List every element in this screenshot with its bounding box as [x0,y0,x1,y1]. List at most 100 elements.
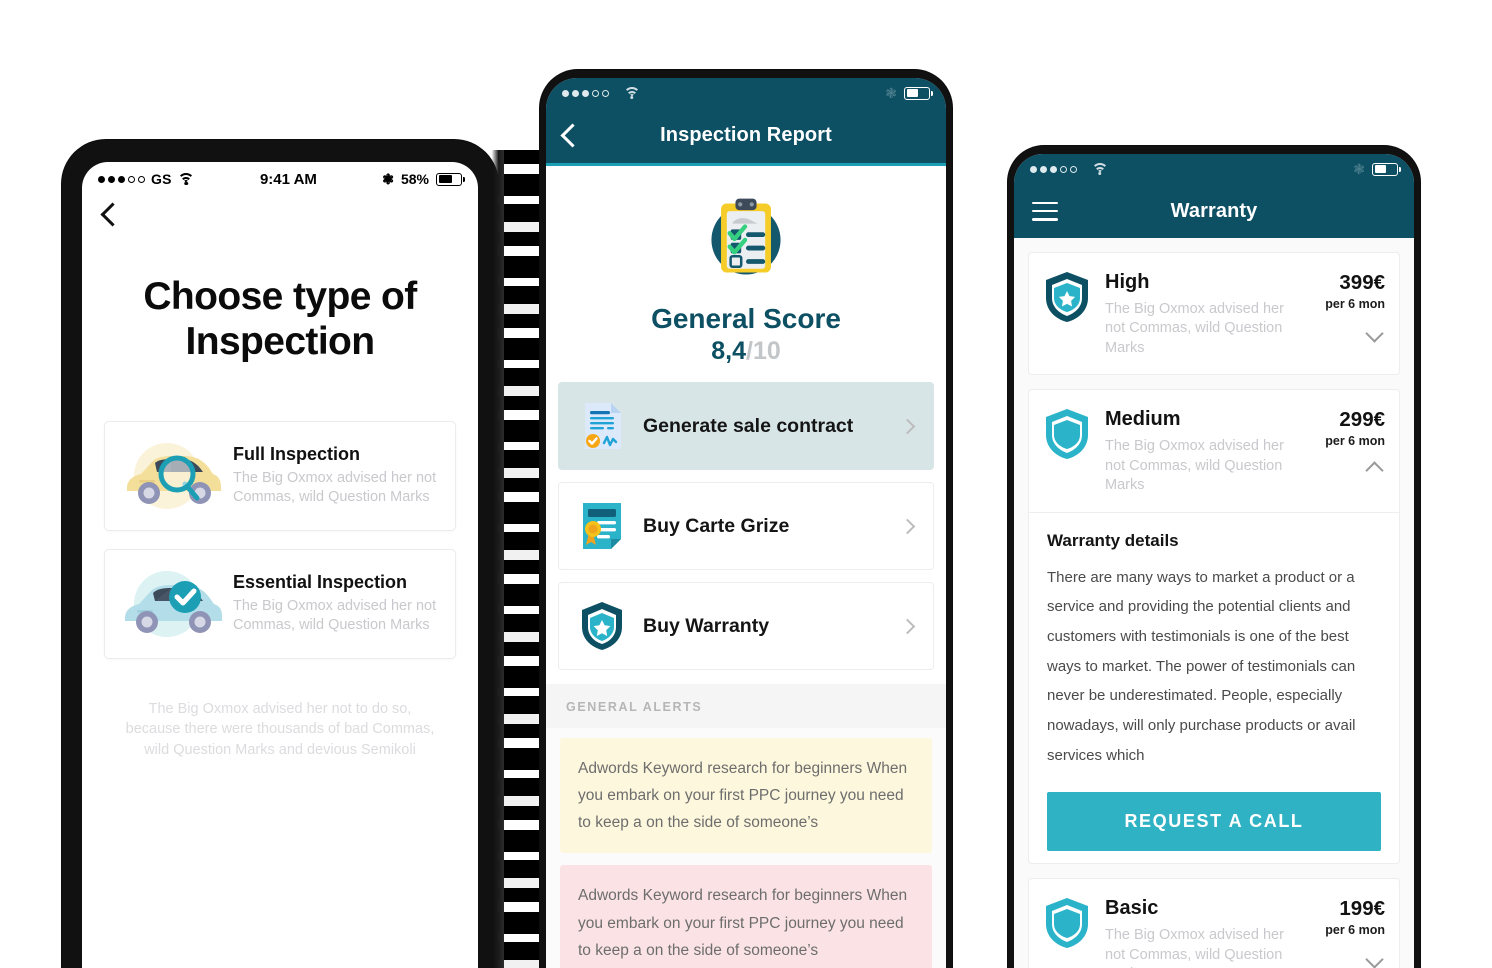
warranty-plan-price: 399€ [1339,271,1385,294]
score-value: 8,4/10 [546,337,946,366]
navbar-right: Warranty [1014,184,1414,238]
clock-label: 9:41 AM [259,170,317,188]
general-score-block: General Score 8,4/10 [546,166,946,378]
phone-left-frame: GS 9:41 AM ❃ 58% Choose type of Inspecti… [62,140,498,968]
battery-icon [904,86,933,100]
carte-grize-icon [575,499,629,553]
warranty-plan-name: Medium [1105,408,1181,431]
inspection-options-list: Full Inspection The Big Oxmox advised he… [104,420,456,659]
status-bar-middle: ❃ [546,78,946,108]
alerts-section-header: GENERAL ALERTS [546,684,946,728]
action-row-label: Generate sale contract [643,414,854,437]
alert-item[interactable]: Adwords Keyword research for beginners W… [560,865,932,968]
action-row-buy-carte-grize[interactable]: Buy Carte Grize [558,482,934,570]
inspection-option-essential[interactable]: Essential Inspection The Big Oxmox advis… [104,548,456,659]
warranty-plan-period: per 6 mon [1325,434,1385,449]
navbar-middle: Inspection Report [546,108,946,166]
chevron-right-icon [899,618,916,634]
bluetooth-icon: ❃ [1353,161,1365,177]
action-row-label: Buy Warranty [643,614,770,637]
alert-item[interactable]: Adwords Keyword research for beginners W… [560,738,932,854]
bluetooth-icon: ❃ [382,171,394,187]
warranty-plan-name: High [1105,271,1150,293]
warranty-plan-pricing: 299€ per 6 mon [1305,406,1385,480]
shield-star-icon [575,599,629,653]
status-right-group: ❃ 58% [382,171,465,187]
phone-right-frame: ❃ Warranty High The Big Oxmox advised he… [1008,146,1420,968]
clipboard-checklist-icon [698,198,794,290]
alerts-list: Adwords Keyword research for beginners W… [546,728,946,968]
chevron-right-icon [899,418,916,434]
inspection-option-full[interactable]: Full Inspection The Big Oxmox advised he… [104,420,456,531]
shield-light-icon [1041,895,1093,951]
middle-content: General Score 8,4/10 Generate sale contr… [546,166,946,968]
warranty-plan-summary[interactable]: Basic The Big Oxmox advised her not Comm… [1029,879,1399,968]
score-max: /10 [746,337,781,365]
warranty-plan-subtitle: The Big Oxmox advised her not Commas, wi… [1105,301,1284,356]
warranty-plan-medium[interactable]: Medium The Big Oxmox advised her not Com… [1028,389,1400,865]
header-middle: ❃ Inspection Report [546,78,946,166]
wifi-icon [623,87,640,99]
status-bar-right: ❃ [1014,154,1414,184]
battery-icon [436,172,465,186]
warranty-plan-period: per 6 mon [1325,297,1385,311]
back-chevron-icon [100,202,125,227]
warranty-plan-high[interactable]: High The Big Oxmox advised her not Comma… [1028,252,1400,376]
warranty-details-panel: Warranty details There are many ways to … [1029,511,1399,864]
chevron-down-icon[interactable] [1365,324,1384,343]
screenshot-stage: GS 9:41 AM ❃ 58% Choose type of Inspecti… [0,0,1492,968]
warranty-plan-pricing: 199€ per 6 mon [1305,895,1385,968]
phone-right-screen: ❃ Warranty High The Big Oxmox advised he… [1014,154,1414,968]
inspection-option-title: Essential Inspection [233,572,408,593]
shield-star-dark-icon [1041,269,1093,325]
chevron-up-icon[interactable] [1365,461,1384,480]
carrier-label: GS [151,171,172,187]
phone-left-screen: GS 9:41 AM ❃ 58% Choose type of Inspecti… [82,162,478,968]
signal-dots-icon [562,89,609,97]
page-title: Choose type of Inspection [143,275,417,363]
navbar-title: Inspection Report [660,124,832,146]
request-a-call-button[interactable]: REQUEST A CALL [1047,792,1381,852]
warranty-plan-summary[interactable]: High The Big Oxmox advised her not Comma… [1029,253,1399,374]
warranty-plan-text: Medium The Big Oxmox advised her not Com… [1105,406,1293,495]
car-magnifier-icon [115,436,227,516]
inspection-option-subtitle: The Big Oxmox advised her not Commas, wi… [233,470,437,506]
chevron-down-icon[interactable] [1365,950,1384,968]
phone-middle-frame: ❃ Inspection Report General Score 8,4/10… [540,70,952,968]
phone-middle-screen: ❃ Inspection Report General Score 8,4/10… [546,78,946,968]
inspection-option-text: Essential Inspection The Big Oxmox advis… [227,572,439,635]
action-rows-list: Generate sale contract Buy Carte Grize B… [546,378,946,684]
back-button-middle[interactable] [560,123,585,148]
battery-percent-label: 58% [400,171,429,187]
back-chevron-icon [560,123,585,148]
score-number: 8,4 [711,337,746,365]
inspection-option-title: Full Inspection [233,444,361,465]
action-row-buy-warranty[interactable]: Buy Warranty [558,582,934,670]
warranty-plan-text: Basic The Big Oxmox advised her not Comm… [1105,895,1293,968]
warranty-plan-subtitle: The Big Oxmox advised her not Commas, wi… [1105,927,1284,968]
shield-light-icon [1041,406,1093,462]
status-left-group [1030,163,1108,175]
signal-dots-icon [1030,165,1077,173]
header-right: ❃ Warranty [1014,154,1414,238]
status-right-group: ❃ [885,85,933,101]
warranty-plan-pricing: 399€ per 6 mon [1305,269,1385,343]
wifi-icon [177,173,195,185]
warranty-plan-text: High The Big Oxmox advised her not Comma… [1105,269,1293,358]
battery-icon [1372,162,1401,176]
signal-dots-icon [98,175,145,183]
status-bar-left: GS 9:41 AM ❃ 58% [82,162,478,196]
car-check-icon [115,564,227,644]
warranty-plan-basic[interactable]: Basic The Big Oxmox advised her not Comm… [1028,878,1400,968]
warranty-plan-summary[interactable]: Medium The Big Oxmox advised her not Com… [1029,390,1399,511]
warranty-plan-subtitle: The Big Oxmox advised her not Commas, wi… [1105,438,1284,494]
warranty-plan-period: per 6 mon [1325,923,1385,938]
chevron-right-icon [899,518,916,534]
bluetooth-icon: ❃ [885,85,897,101]
action-row-generate-contract[interactable]: Generate sale contract [558,382,934,470]
back-button-left[interactable] [82,196,478,227]
navbar-title: Warranty [1170,199,1258,222]
footnote-text: The Big Oxmox advised her not to do so, … [125,700,435,758]
hamburger-menu-icon[interactable] [1032,201,1058,221]
score-label: General Score [651,303,841,334]
